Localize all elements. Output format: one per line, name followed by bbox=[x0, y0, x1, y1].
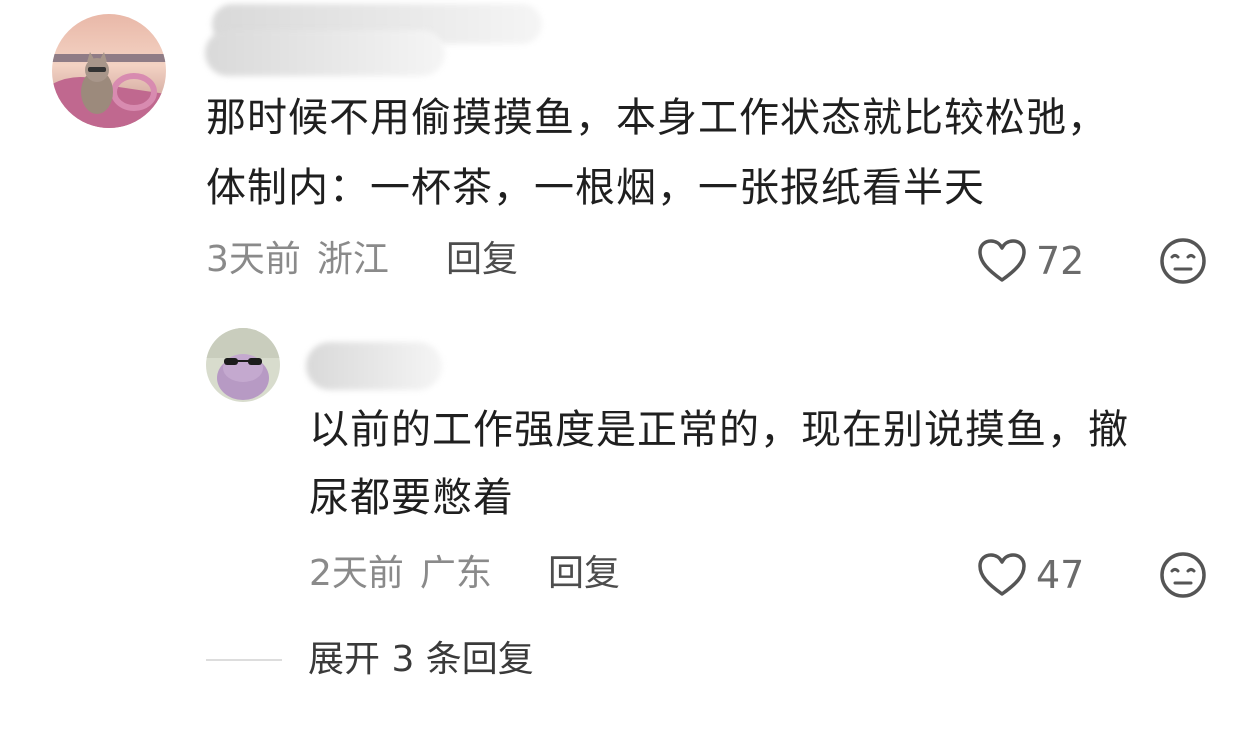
reply-location: 广东 bbox=[419, 553, 492, 594]
replier-name-redacted bbox=[306, 342, 442, 390]
reply-text-line2: 尿都要憋着 bbox=[309, 475, 514, 521]
comment-like-count: 72 bbox=[1036, 239, 1085, 283]
reply-like-count: 47 bbox=[1036, 553, 1085, 597]
comment-text-line1: 那时候不用偷摸摸鱼，本身工作状态就比较松弛， bbox=[206, 95, 1108, 141]
comment-reply-button[interactable]: 回复 bbox=[446, 238, 518, 282]
reply-like-button[interactable]: 47 bbox=[976, 552, 1084, 598]
reply-meta: 2天前 广东 bbox=[309, 552, 492, 596]
comment-dislike-button[interactable] bbox=[1158, 236, 1208, 286]
heart-outline-icon bbox=[976, 552, 1028, 598]
commenter-avatar[interactable] bbox=[52, 14, 166, 128]
reply-reply-button[interactable]: 回复 bbox=[548, 552, 620, 596]
reply-dislike-button[interactable] bbox=[1158, 550, 1208, 600]
comment-time: 3天前 bbox=[206, 239, 301, 280]
purple-blob-sunglasses-avatar-image bbox=[206, 328, 280, 402]
comment-location: 浙江 bbox=[316, 239, 389, 280]
neutral-face-icon bbox=[1158, 550, 1208, 600]
cat-in-car-avatar-image bbox=[52, 14, 166, 128]
comment-meta: 3天前 浙江 bbox=[206, 238, 389, 282]
expand-replies-button[interactable]: 展开 3 条回复 bbox=[308, 638, 534, 682]
replier-avatar[interactable] bbox=[206, 328, 280, 402]
commenter-name-redacted-lower bbox=[205, 30, 445, 76]
heart-outline-icon bbox=[976, 238, 1028, 284]
comment-like-button[interactable]: 72 bbox=[976, 238, 1084, 284]
comment-text-line2: 体制内：一杯茶，一根烟，一张报纸看半天 bbox=[206, 165, 985, 211]
expand-divider bbox=[206, 659, 282, 661]
reply-time: 2天前 bbox=[309, 553, 404, 594]
reply-text-line1: 以前的工作强度是正常的，现在别说摸鱼，撤 bbox=[309, 407, 1129, 453]
neutral-face-icon bbox=[1158, 236, 1208, 286]
